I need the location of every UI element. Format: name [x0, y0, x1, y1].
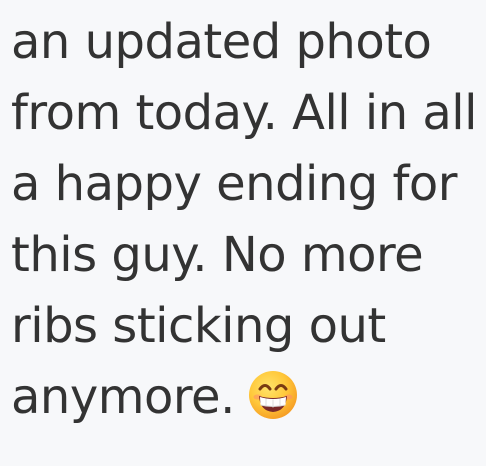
comment-line-5: ribs sticking out [11, 298, 386, 354]
comment-line-4: this guy. No more [11, 227, 424, 283]
comment-line-6-text: anymore. [11, 369, 235, 425]
comment-line-2: from today. All in all [11, 85, 477, 141]
comment-line-6: anymore. [11, 362, 481, 433]
comment-text: an updated photo from today. All in all … [11, 7, 481, 433]
comment-line-3: a happy ending for [11, 156, 458, 212]
comment-line-1: an updated photo [11, 14, 432, 70]
grinning-face-icon [247, 369, 299, 421]
